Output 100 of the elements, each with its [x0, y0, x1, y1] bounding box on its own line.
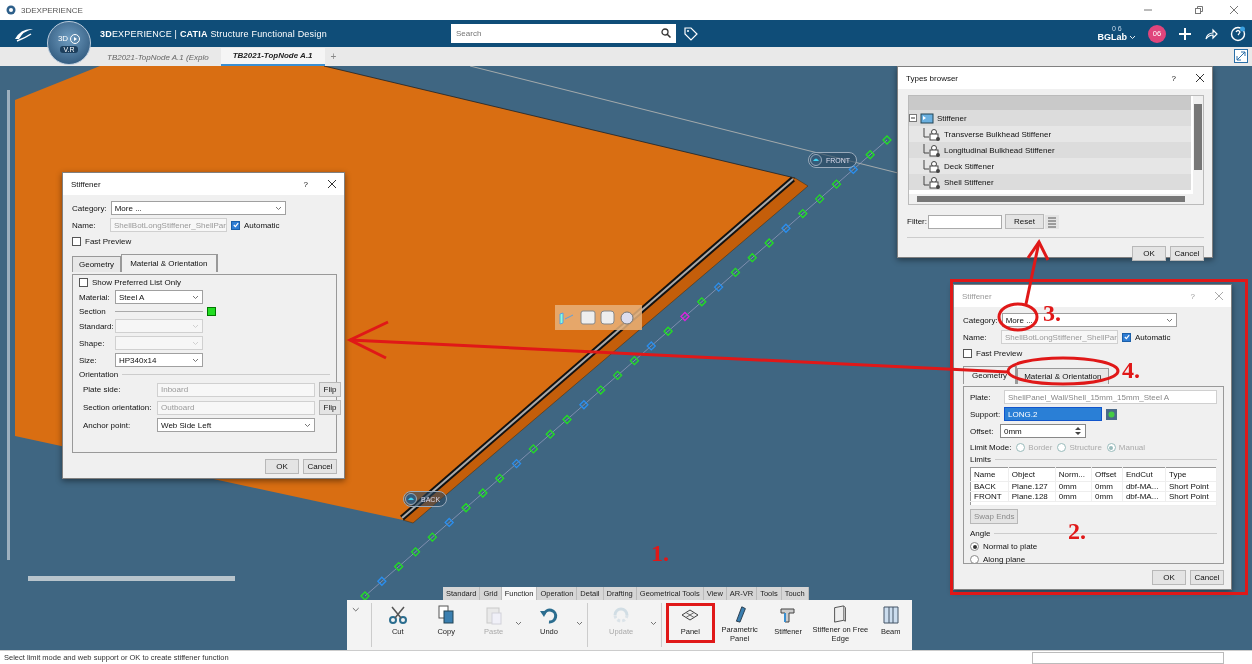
checkbox[interactable] — [72, 237, 81, 246]
radio-button[interactable] — [970, 555, 979, 564]
scrollbar[interactable] — [1193, 96, 1203, 194]
tree-item[interactable]: Shell Stiffener — [909, 174, 1191, 190]
flip-button[interactable]: Flip — [319, 382, 341, 397]
dialog-title: Stiffener — [71, 179, 102, 189]
plate-field: ShellPanel_Wall/Shell_15mm_15mm_Steel A — [1004, 390, 1217, 404]
search-icon[interactable] — [661, 28, 671, 38]
status-indicator — [207, 307, 216, 316]
play-icon[interactable] — [70, 33, 81, 44]
field-label: Standard: — [79, 321, 111, 331]
field-label: Anchor point: — [83, 420, 132, 430]
type-icon — [923, 127, 941, 141]
annotation-number: 2. — [1068, 518, 1086, 545]
command-field[interactable] — [1032, 651, 1224, 664]
cancel-button[interactable]: Cancel — [1190, 570, 1224, 585]
size-dropdown[interactable]: HP340x14 — [115, 353, 203, 367]
user-menu[interactable]: BGLab — [1097, 32, 1136, 42]
document-tab[interactable]: TB2021-TopNode A.1 — [220, 48, 325, 66]
checkbox[interactable] — [79, 278, 88, 287]
cancel-button[interactable]: Cancel — [1170, 246, 1204, 261]
column-header: Type — [1165, 467, 1217, 482]
radio-label: Normal to plate — [983, 542, 1038, 551]
table-cell: 0mm — [1055, 491, 1092, 502]
tree-item-label: Deck Stiffener — [944, 161, 995, 171]
offset-spin-field[interactable]: 0mm — [1000, 424, 1086, 438]
table-cell: 0mm — [1055, 481, 1092, 492]
dialog-tab[interactable]: Geometry — [72, 256, 122, 272]
dialog-tab[interactable]: Material & Orientation — [121, 254, 218, 272]
spin-arrows-icon[interactable] — [1074, 426, 1082, 436]
plate-side-field: Inboard — [157, 382, 315, 397]
anchor-point-dropdown[interactable]: Web Side Left — [157, 418, 315, 432]
dropdown-button[interactable] — [576, 619, 584, 628]
field-label: Category: — [72, 203, 107, 213]
beam-icon — [880, 605, 901, 625]
context-toolbar[interactable] — [555, 305, 642, 330]
name-field: ShellBotLongStiffener_ShellPar — [110, 218, 227, 232]
list-icon[interactable] — [1044, 214, 1059, 229]
field-label: Plate: — [970, 392, 992, 402]
caret-icon — [576, 621, 584, 626]
tree-item-label: Longitudinal Bulkhead Stiffener — [944, 145, 1055, 155]
limit-icon — [810, 154, 822, 166]
restore-icon[interactable] — [1195, 6, 1203, 14]
compass-label: 3D — [57, 34, 69, 43]
document-tab[interactable]: TB2021-TopNode A.1 (Explo — [95, 50, 221, 66]
filter-field[interactable] — [928, 214, 1002, 229]
tag-icon[interactable] — [684, 26, 698, 41]
app-logo-icon — [6, 5, 16, 15]
table-cell: dbf-MA... — [1122, 481, 1166, 492]
ok-button[interactable]: OK — [265, 459, 299, 474]
column-header: Name — [970, 467, 1009, 482]
category-dropdown[interactable]: More ... — [110, 201, 286, 215]
tree-item-label: Transverse Bulkhead Stiffener — [944, 129, 1052, 139]
tree-item[interactable]: Longitudinal Bulkhead Stiffener — [909, 142, 1191, 158]
select-icon[interactable] — [1106, 408, 1117, 420]
radio-button[interactable] — [970, 542, 979, 551]
material-dropdown[interactable]: Steel A — [115, 290, 203, 304]
collapse-icon[interactable] — [909, 114, 917, 122]
scissors-icon — [387, 605, 408, 625]
checkbox[interactable] — [1122, 332, 1131, 342]
tree-item-label: Stiffener — [937, 113, 967, 123]
cancel-button[interactable]: Cancel — [303, 459, 337, 474]
type-icon — [923, 143, 941, 157]
group-label: Angle — [970, 529, 991, 538]
scrollbar[interactable] — [7, 90, 10, 560]
checkbox[interactable] — [963, 349, 972, 358]
share-icon[interactable] — [1204, 26, 1218, 41]
checkbox-label: Fast Preview — [85, 237, 132, 246]
table-cell: BACK — [970, 481, 1009, 492]
reset-button[interactable]: Reset — [1005, 214, 1044, 229]
help-icon[interactable] — [1230, 25, 1246, 42]
tree-item[interactable]: Deck Stiffener — [909, 158, 1191, 174]
support-field[interactable]: LONG.2 — [1004, 407, 1102, 421]
checkbox-label: Fast Preview — [976, 349, 1023, 358]
field-label: Offset: — [970, 426, 995, 436]
tree-item[interactable]: Transverse Bulkhead Stiffener — [909, 126, 1191, 142]
close-icon[interactable] — [1196, 74, 1204, 82]
help-button[interactable]: ? — [1171, 73, 1176, 83]
checkbox-label: Show Preferred List Only — [92, 278, 181, 287]
app-brand-title: 3DEXPERIENCE | CATIA Structure Functional Design — [100, 28, 327, 39]
scrollbar[interactable] — [909, 194, 1203, 204]
group-label: Orientation — [79, 370, 119, 379]
type-icon — [923, 159, 941, 173]
flip-button[interactable]: Flip — [319, 400, 341, 415]
close-icon[interactable] — [328, 180, 336, 188]
ok-button[interactable]: OK — [1152, 570, 1186, 585]
ok-button[interactable]: OK — [1132, 246, 1166, 261]
table-cell: dbf-MA... — [1122, 491, 1166, 502]
table-cell: 0mm — [1091, 491, 1123, 502]
table-cell: Short Point — [1165, 491, 1217, 502]
tree-item[interactable]: Stiffener — [909, 110, 1191, 126]
add-icon[interactable] — [1178, 26, 1192, 41]
name-field: ShellBotLongStiffener_ShellPar — [1001, 330, 1118, 344]
search-field[interactable]: Search — [451, 24, 676, 43]
caret-icon — [274, 205, 282, 211]
caret-icon — [1129, 34, 1136, 40]
checkbox[interactable] — [231, 220, 240, 230]
help-button[interactable]: ? — [303, 179, 308, 189]
scrollbar[interactable] — [28, 576, 235, 581]
expand-icon[interactable] — [1234, 49, 1248, 63]
